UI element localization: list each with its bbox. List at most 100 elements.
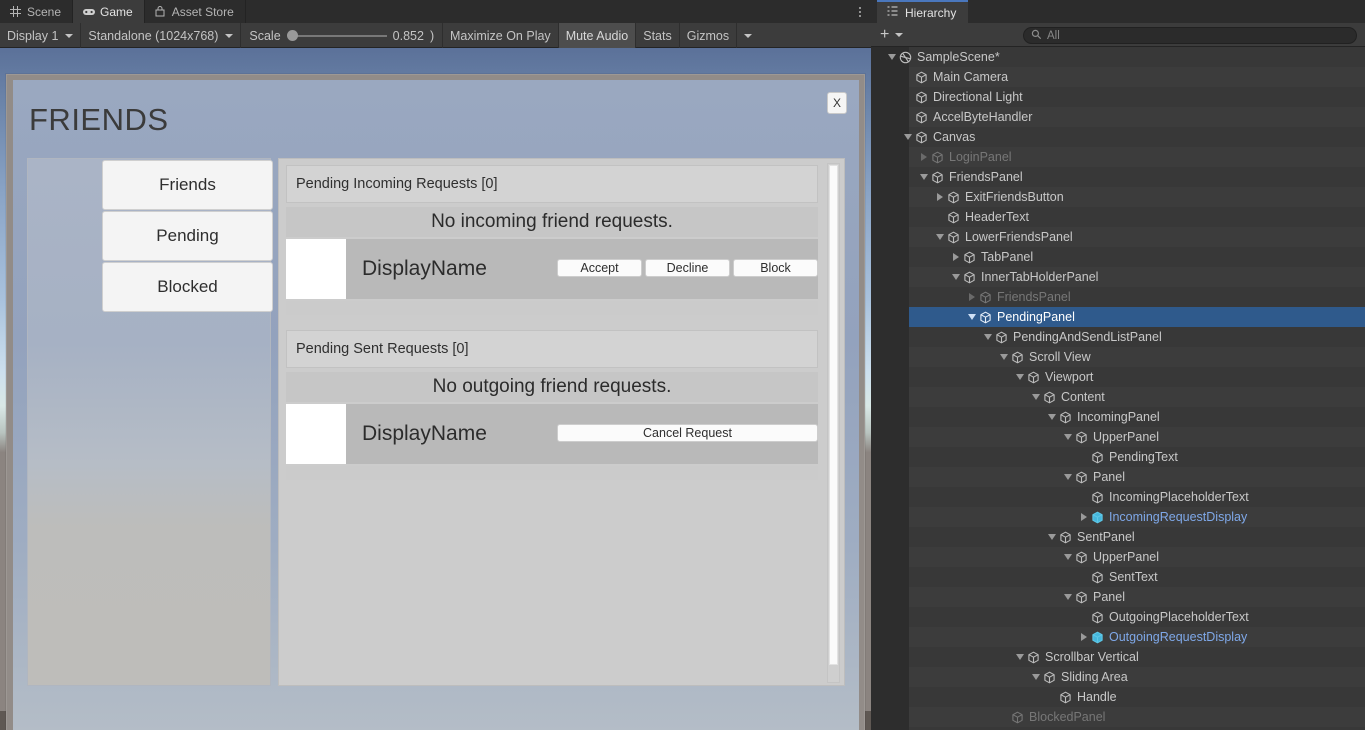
chevron-right-icon[interactable] (1077, 513, 1090, 521)
game-render-surface[interactable]: FRIENDS X Friends Pending Blocked Pendin… (0, 48, 871, 730)
accept-button[interactable]: Accept (557, 259, 642, 277)
hierarchy-row[interactable]: InnerTabHolderPanel (871, 267, 1365, 287)
scale-slider[interactable] (286, 23, 387, 48)
tab-hierarchy[interactable]: Hierarchy (877, 0, 969, 23)
hierarchy-row[interactable]: LowerFriendsPanel (871, 227, 1365, 247)
hierarchy-row[interactable]: Handle (871, 687, 1365, 707)
chevron-right-icon[interactable] (949, 253, 962, 261)
display-dropdown[interactable]: Display 1 (0, 23, 82, 48)
chevron-down-icon[interactable] (1061, 474, 1074, 480)
scrollbar-vertical[interactable] (827, 163, 840, 683)
hierarchy-row[interactable]: SentText (871, 567, 1365, 587)
chevron-down-icon[interactable] (981, 334, 994, 340)
cube-icon (946, 230, 961, 245)
tab-asset-store[interactable]: Asset Store (145, 0, 246, 23)
chevron-down-icon[interactable] (1061, 594, 1074, 600)
hierarchy-row[interactable]: UpperPanel (871, 547, 1365, 567)
chevron-down-icon[interactable] (965, 314, 978, 320)
cube-icon (1042, 670, 1057, 685)
hierarchy-row[interactable]: SentPanel (871, 527, 1365, 547)
hierarchy-row[interactable]: AccelByteHandler (871, 107, 1365, 127)
hierarchy-row[interactable]: IncomingRequestDisplay (871, 507, 1365, 527)
stats-button[interactable]: Stats (636, 23, 680, 48)
chevron-down-icon[interactable] (885, 54, 898, 60)
search-input[interactable]: All (1023, 27, 1357, 44)
scrollbar-handle[interactable] (829, 165, 838, 665)
hierarchy-row[interactable]: ExitFriendsButton (871, 187, 1365, 207)
grid-icon (9, 5, 22, 18)
chevron-down-icon[interactable] (1029, 674, 1042, 680)
hierarchy-row[interactable]: Directional Light (871, 87, 1365, 107)
chevron-down-icon[interactable] (1061, 434, 1074, 440)
scroll-view[interactable]: Pending Incoming Requests [0] No incomin… (284, 163, 840, 683)
chevron-down-icon[interactable] (1061, 554, 1074, 560)
hierarchy-row-label: LoginPanel (949, 150, 1012, 164)
cancel-request-button[interactable]: Cancel Request (557, 424, 818, 442)
chevron-down-icon[interactable] (1013, 654, 1026, 660)
decline-button[interactable]: Decline (645, 259, 730, 277)
hierarchy-row[interactable]: FriendsPanel (871, 167, 1365, 187)
chevron-down-icon[interactable] (949, 274, 962, 280)
hierarchy-row[interactable]: Content (871, 387, 1365, 407)
scale-slider-group[interactable]: Scale 0.852 ) (241, 23, 443, 48)
hierarchy-row[interactable]: PendingText (871, 447, 1365, 467)
gizmos-button[interactable]: Gizmos (680, 23, 738, 48)
mute-audio-button[interactable]: Mute Audio (558, 23, 637, 48)
sent-panel: Pending Sent Requests [0] No outgoing fr… (286, 330, 818, 485)
chevron-down-icon[interactable] (917, 174, 930, 180)
hierarchy-row[interactable]: OutgoingPlaceholderText (871, 607, 1365, 627)
hierarchy-row[interactable]: Main Camera (871, 67, 1365, 87)
tab-game[interactable]: Game (73, 0, 145, 23)
chevron-down-icon[interactable] (1013, 374, 1026, 380)
chevron-right-icon[interactable] (965, 293, 978, 301)
cube-icon (930, 170, 945, 185)
hierarchy-row[interactable]: HeaderText (871, 207, 1365, 227)
hierarchy-row[interactable]: Scrollbar Vertical (871, 647, 1365, 667)
hierarchy-row[interactable]: PendingPanel (871, 307, 1365, 327)
hierarchy-row-label: PendingText (1109, 450, 1178, 464)
chevron-down-icon[interactable] (1045, 534, 1058, 540)
add-gameobject-button[interactable]: + (880, 26, 904, 43)
cube-icon (914, 90, 929, 105)
exit-friends-button[interactable]: X (827, 92, 847, 114)
hierarchy-row[interactable]: Panel (871, 587, 1365, 607)
chevron-right-icon[interactable] (917, 153, 930, 161)
chevron-down-icon[interactable] (901, 134, 914, 140)
hierarchy-row[interactable]: SampleScene* (871, 47, 1365, 67)
hierarchy-row[interactable]: Scroll View (871, 347, 1365, 367)
block-button[interactable]: Block (733, 259, 818, 277)
hierarchy-row[interactable]: Panel (871, 467, 1365, 487)
hierarchy-row[interactable]: Sliding Area (871, 667, 1365, 687)
hierarchy-row[interactable]: PendingAndSendListPanel (871, 327, 1365, 347)
chevron-right-icon[interactable] (933, 193, 946, 201)
hierarchy-tree[interactable]: SampleScene* Main Camera Directional Light… (871, 47, 1365, 730)
tab-pending-button[interactable]: Pending (102, 211, 273, 261)
chevron-down-icon[interactable] (933, 234, 946, 240)
hierarchy-row[interactable]: Canvas (871, 127, 1365, 147)
maximize-on-play-button[interactable]: Maximize On Play (443, 23, 559, 48)
hierarchy-row[interactable]: BlockedPanel (871, 707, 1365, 727)
hierarchy-row[interactable]: IncomingPlaceholderText (871, 487, 1365, 507)
scale-slider-handle[interactable] (286, 30, 298, 41)
chevron-down-icon[interactable] (1045, 414, 1058, 420)
hierarchy-row-label: OutgoingPlaceholderText (1109, 610, 1249, 624)
hierarchy-row[interactable]: OutgoingRequestDisplay (871, 627, 1365, 647)
gizmos-dropdown[interactable] (737, 23, 759, 48)
hierarchy-row[interactable]: FriendsPanel (871, 287, 1365, 307)
chevron-right-icon[interactable] (1077, 633, 1090, 641)
hierarchy-row[interactable]: TabPanel (871, 247, 1365, 267)
tab-blocked-button[interactable]: Blocked (102, 262, 273, 312)
cube-icon (1010, 710, 1025, 725)
chevron-down-icon[interactable] (997, 354, 1010, 360)
hierarchy-row[interactable]: IncomingPanel (871, 407, 1365, 427)
scale-value: 0.852 (392, 28, 424, 43)
chevron-down-icon[interactable] (1029, 394, 1042, 400)
resolution-dropdown[interactable]: Standalone (1024x768) (81, 23, 242, 48)
hierarchy-row[interactable]: Viewport (871, 367, 1365, 387)
hierarchy-row[interactable]: UpperPanel (871, 427, 1365, 447)
kebab-menu-icon[interactable] (849, 0, 871, 23)
tab-scene[interactable]: Scene (0, 0, 74, 23)
tab-asset-store-label: Asset Store (171, 4, 234, 19)
tab-friends-button[interactable]: Friends (102, 160, 273, 210)
hierarchy-row[interactable]: LoginPanel (871, 147, 1365, 167)
